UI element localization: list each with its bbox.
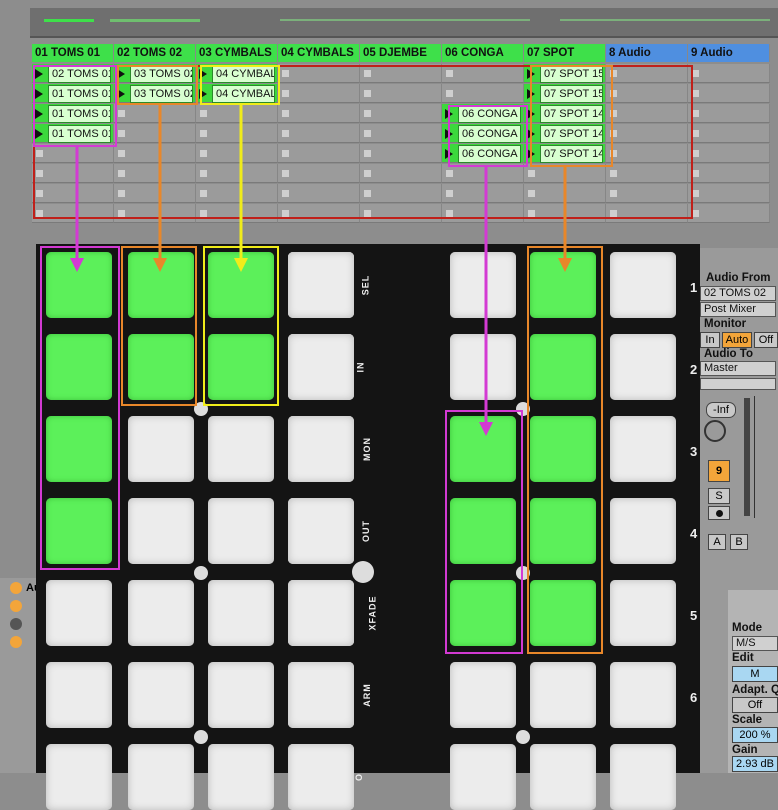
function-label: IN <box>355 361 366 373</box>
row-number: 1 <box>690 280 698 295</box>
row-number: 5 <box>690 608 698 623</box>
function-label: SEL <box>360 274 371 296</box>
annotation-arrows <box>70 105 572 436</box>
arrow-toms01-icon <box>70 147 84 272</box>
function-label: ARM <box>361 683 372 707</box>
arrow-toms02-icon <box>153 105 167 272</box>
arrow-spot-icon <box>558 167 572 272</box>
function-label: XFADE <box>367 595 378 631</box>
arrow-cymbals-icon <box>234 105 248 272</box>
row-number: 2 <box>690 362 698 377</box>
arrow-conga-icon <box>479 167 493 436</box>
row-number: 6 <box>690 690 698 705</box>
row-number: 4 <box>690 526 698 541</box>
row-number: 3 <box>690 444 698 459</box>
function-label: MON <box>362 437 372 461</box>
function-label: O <box>354 772 365 782</box>
function-label: OUT <box>361 520 371 542</box>
